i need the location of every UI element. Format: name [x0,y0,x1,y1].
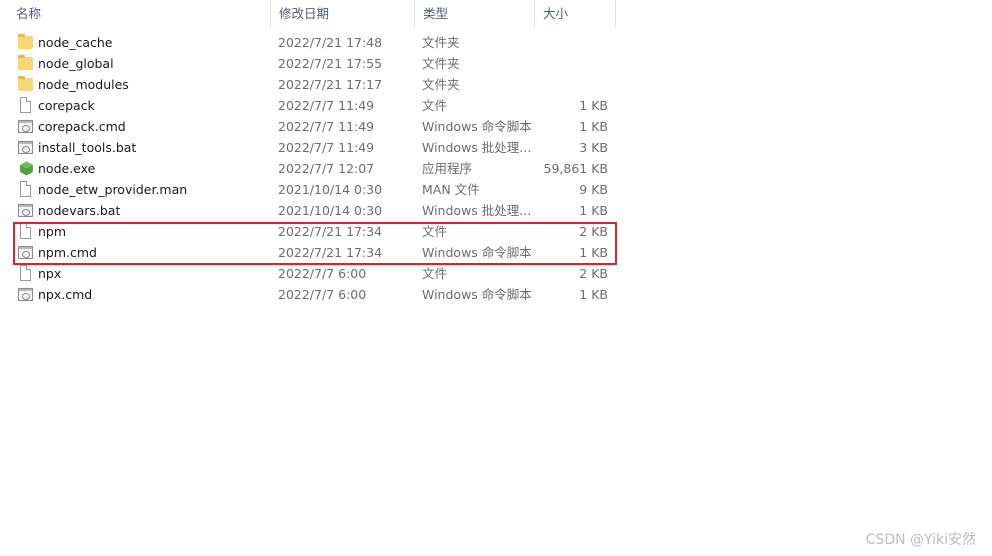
file-row[interactable]: install_tools.bat 2022/7/7 11:49 Windows 批… [0,137,620,158]
file-type: Windows 批处理... [422,203,532,218]
file-type: 文件夹 [422,56,460,71]
file-size: 3 KB [579,140,608,155]
file-type: 文件 [422,266,448,281]
file-size: 59,861 KB [543,161,608,176]
file-size: 1 KB [579,287,608,302]
column-header-type[interactable]: 类型 [415,0,535,28]
file-name: corepack.cmd [38,119,126,134]
file-name: node_global [38,56,114,71]
file-row[interactable]: npx.cmd 2022/7/7 6:00 Windows 命令脚本 1 KB [0,284,620,305]
file-name: npx [38,266,62,281]
file-name: install_tools.bat [38,140,137,155]
file-size: 9 KB [579,182,608,197]
file-row[interactable]: npx 2022/7/7 6:00 文件 2 KB [0,263,620,284]
column-header-date-modified[interactable]: 修改日期 [271,0,415,28]
file-size [540,53,608,74]
file-size: 1 KB [579,98,608,113]
file-row[interactable]: nodevars.bat 2021/10/14 0:30 Windows 批处理..… [0,200,620,221]
file-icon [18,179,34,200]
file-type: 文件 [422,98,448,113]
column-header-name[interactable]: 名称 [8,0,271,28]
batch-file-icon [18,137,34,158]
folder-icon [18,74,34,95]
file-name: node.exe [38,161,96,176]
file-icon [18,95,34,116]
watermark: CSDN @Yiki安然 [865,532,976,548]
file-explorer-view: ⌃ 名称 修改日期 类型 大小 node_cache 2022/7/21 17:4… [0,0,992,556]
file-date-modified: 2021/10/14 0:30 [278,203,383,218]
file-date-modified: 2022/7/7 12:07 [278,161,375,176]
file-row[interactable]: node_global 2022/7/21 17:55 文件夹 [0,53,620,74]
file-date-modified: 2022/7/7 6:00 [278,287,367,302]
file-date-modified: 2022/7/21 17:55 [278,56,383,71]
file-type: Windows 批处理... [422,140,532,155]
file-icon [18,263,34,284]
file-date-modified: 2022/7/21 17:48 [278,35,383,50]
file-name: corepack [38,98,95,113]
folder-icon [18,32,34,53]
file-type: Windows 命令脚本 [422,119,532,134]
file-type: 文件夹 [422,35,460,50]
file-size: 1 KB [579,119,608,134]
file-date-modified: 2022/7/7 6:00 [278,266,367,281]
file-size [540,32,608,53]
cmd-script-icon [18,284,34,305]
folder-icon [18,53,34,74]
file-name: nodevars.bat [38,203,121,218]
file-size: 2 KB [579,266,608,281]
file-type: 应用程序 [422,161,473,176]
cmd-script-icon [18,116,34,137]
file-type: 文件夹 [422,77,460,92]
file-row[interactable]: node_cache 2022/7/21 17:48 文件夹 [0,32,620,53]
file-type: Windows 命令脚本 [422,287,532,302]
batch-file-icon [18,200,34,221]
file-date-modified: 2022/7/21 17:17 [278,77,383,92]
file-name: node_cache [38,35,113,50]
file-name: node_modules [38,77,129,92]
column-header-bar: ⌃ 名称 修改日期 类型 大小 [0,0,616,28]
file-name: npx.cmd [38,287,93,302]
file-row[interactable]: corepack.cmd 2022/7/7 11:49 Windows 命令脚本 1 … [0,116,620,137]
nodejs-icon [18,158,34,179]
file-row[interactable]: node_modules 2022/7/21 17:17 文件夹 [0,74,620,95]
file-name: node_etw_provider.man [38,182,188,197]
file-date-modified: 2022/7/7 11:49 [278,140,375,155]
file-size [540,74,608,95]
file-type: MAN 文件 [422,182,480,197]
file-row[interactable]: node_etw_provider.man 2021/10/14 0:30 MAN … [0,179,620,200]
highlight-box [13,222,617,265]
file-row[interactable]: node.exe 2022/7/7 12:07 应用程序 59,861 KB [0,158,620,179]
file-size: 1 KB [579,203,608,218]
file-date-modified: 2022/7/7 11:49 [278,119,375,134]
file-date-modified: 2021/10/14 0:30 [278,182,383,197]
file-row[interactable]: corepack 2022/7/7 11:49 文件 1 KB [0,95,620,116]
file-date-modified: 2022/7/7 11:49 [278,98,375,113]
column-header-size[interactable]: 大小 [535,0,616,28]
